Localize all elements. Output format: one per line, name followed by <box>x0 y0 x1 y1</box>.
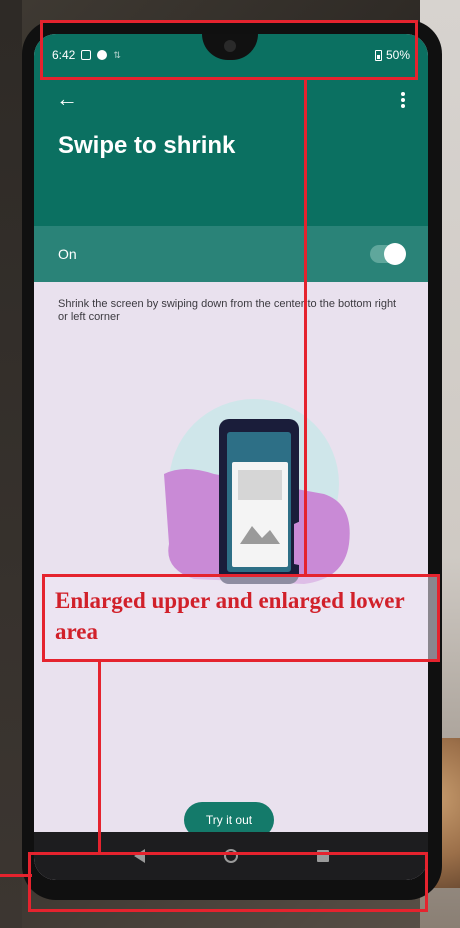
image-placeholder <box>238 470 282 500</box>
page-title: Swipe to shrink <box>58 132 236 159</box>
more-vertical-icon[interactable] <box>400 90 406 110</box>
description-text: Shrink the screen by swiping down from t… <box>58 298 397 323</box>
annotation-bottom-box <box>28 852 428 912</box>
annotation-label: Enlarged upper and enlarged lower area <box>42 574 440 662</box>
annotation-top-connector <box>304 78 307 576</box>
toggle-label: On <box>58 246 77 262</box>
toggle-knob <box>384 243 406 265</box>
annotation-bottom-connector <box>98 660 101 852</box>
annotation-left-connector <box>0 874 32 877</box>
arrow-left-icon[interactable]: ← <box>56 88 78 110</box>
app-bar: ← Swipe to shrink <box>34 76 428 226</box>
toggle-row[interactable]: On <box>34 226 428 282</box>
annotation-top-box <box>40 20 418 80</box>
swipe-illustration <box>164 399 350 584</box>
phone-screen: 6:42 ⇅ 50% ← Swipe to shrink On Shrink t… <box>34 34 428 880</box>
toggle-switch[interactable] <box>370 243 406 265</box>
background-left <box>0 0 22 928</box>
phone-frame: 6:42 ⇅ 50% ← Swipe to shrink On Shrink t… <box>22 20 442 900</box>
